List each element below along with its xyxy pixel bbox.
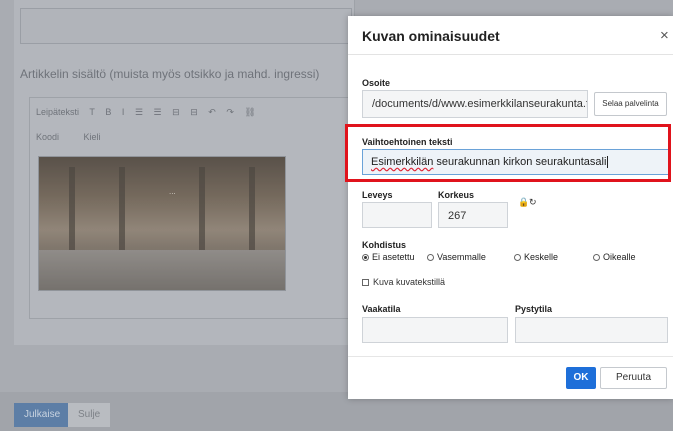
- divider: [348, 54, 673, 55]
- align-option-none[interactable]: Ei asetettu: [362, 252, 415, 262]
- bold-icon: B: [105, 107, 112, 117]
- clear-format-icon: T: [89, 107, 95, 117]
- alignment-label: Kohdistus: [362, 240, 406, 250]
- caption-checkbox[interactable]: Kuva kuvatekstillä: [362, 277, 445, 287]
- radio-icon: [427, 254, 434, 261]
- indent-icon: ⊟: [190, 107, 198, 117]
- vspace-input[interactable]: [515, 317, 668, 343]
- checkbox-icon: [362, 279, 369, 286]
- alt-text-highlight: [345, 124, 671, 182]
- height-input[interactable]: 267: [438, 202, 508, 228]
- close-icon[interactable]: ×: [660, 27, 669, 44]
- title-input: [20, 8, 352, 44]
- close-button: Sulje: [68, 403, 111, 427]
- ok-button[interactable]: OK: [566, 367, 596, 389]
- cancel-button[interactable]: Peruuta: [600, 367, 667, 389]
- lock-ratio-icon[interactable]: 🔒: [518, 197, 529, 208]
- hspace-input[interactable]: [362, 317, 508, 343]
- image-properties-dialog: Kuvan ominaisuudet × Osoite /documents/d…: [348, 16, 673, 399]
- address-input[interactable]: /documents/d/www.esimerkkilanseurakunta.…: [362, 90, 588, 118]
- width-input[interactable]: [362, 202, 432, 228]
- paragraph-format-select: Leipäteksti: [36, 107, 80, 117]
- radio-icon: [362, 254, 369, 261]
- reset-size-icon[interactable]: ↻: [529, 197, 537, 208]
- redo-icon: ↷: [226, 107, 234, 117]
- vspace-label: Pystytila: [515, 304, 553, 314]
- numbered-list-icon: ☰: [153, 107, 162, 117]
- height-label: Korkeus: [438, 190, 475, 200]
- footer-divider: [348, 356, 673, 357]
- align-option-left[interactable]: Vasemmalle: [427, 252, 486, 262]
- radio-icon: [593, 254, 600, 261]
- outdent-icon: ⊟: [172, 107, 180, 117]
- browse-server-button[interactable]: Selaa palvelinta: [594, 92, 667, 116]
- link-icon: ⛓: [244, 107, 256, 117]
- publish-button: Julkaise: [14, 403, 71, 427]
- italic-icon: I: [121, 107, 125, 117]
- width-label: Leveys: [362, 190, 393, 200]
- content-label: Artikkelin sisältö (muista myös otsikko …: [20, 67, 320, 81]
- hspace-label: Vaakatila: [362, 304, 401, 314]
- undo-icon: ↶: [208, 107, 216, 117]
- editor-toolbar-row2: Koodi Kieli: [36, 132, 123, 142]
- align-option-right[interactable]: Oikealle: [593, 252, 636, 262]
- image-caption: ...: [169, 187, 176, 196]
- language-select: Kieli: [83, 132, 101, 142]
- church-hall-image: ...: [38, 156, 286, 291]
- bullet-list-icon: ☰: [134, 107, 144, 117]
- align-option-center[interactable]: Keskelle: [514, 252, 558, 262]
- editor-toolbar: Leipäteksti T B I ☰ ☰ ⊟ ⊟ ↶ ↷ ⛓: [36, 107, 264, 118]
- radio-icon: [514, 254, 521, 261]
- address-label: Osoite: [362, 78, 391, 88]
- code-button: Koodi: [36, 132, 60, 142]
- dialog-title: Kuvan ominaisuudet: [362, 28, 500, 44]
